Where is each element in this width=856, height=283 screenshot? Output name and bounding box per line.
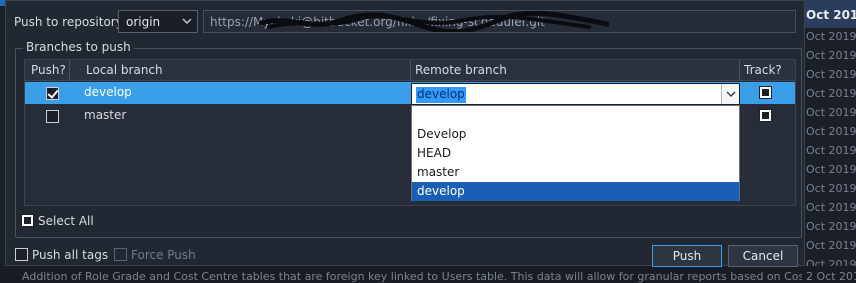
background-date: Oct 2019 13:: [806, 182, 856, 195]
branches-group-title: Branches to push: [23, 40, 134, 54]
background-date: Oct 2019 14:: [806, 125, 856, 138]
push-checkbox[interactable]: [46, 87, 59, 100]
force-push-label[interactable]: Force Push: [131, 248, 196, 262]
push-to-repository-label: Push to repository:: [14, 15, 127, 29]
background-date-header: Oct 2019: [806, 8, 856, 22]
local-branch-name: develop: [84, 85, 132, 99]
column-header-local-branch[interactable]: Local branch: [86, 63, 163, 77]
background-date: Oct 2019 9:: [806, 87, 856, 100]
remote-url-field[interactable]: https://Mychski@bitbucket.org/fixl.../fi…: [203, 10, 796, 33]
force-push-checkbox[interactable]: [114, 248, 127, 261]
push-dialog: Push to repository: origin https://Mychs…: [5, 0, 805, 267]
dropdown-option[interactable]: HEAD: [412, 144, 739, 163]
background-date: Oct 2019 9:: [806, 239, 856, 252]
background-date: Oct 2019 12:: [806, 49, 856, 62]
background-date: Oct 2019 14:: [806, 144, 856, 157]
background-date: Oct 2019 10:: [806, 201, 856, 214]
local-branch-name: master: [84, 108, 127, 122]
cancel-button[interactable]: Cancel: [728, 245, 798, 267]
column-separator: [69, 60, 70, 81]
background-date: Oct 2019 9:: [806, 220, 856, 233]
column-header-track[interactable]: Track?: [744, 63, 782, 77]
remote-branch-dropdown-list: Develop HEAD master develop: [411, 105, 740, 201]
remote-select[interactable]: origin: [118, 10, 198, 33]
background-commit-message: Addition of Role Grade and Cost Centre t…: [22, 270, 802, 283]
background-date: Oct 2019 14:: [806, 106, 856, 119]
dropdown-option-highlighted[interactable]: develop: [412, 182, 739, 201]
background-date: Oct 2019 14:: [806, 68, 856, 81]
remote-branch-dropdown-button[interactable]: [721, 84, 739, 104]
remote-branch-editor-value: develop: [416, 87, 466, 103]
column-header-push[interactable]: Push?: [31, 63, 66, 77]
push-all-tags-label[interactable]: Push all tags: [32, 248, 108, 262]
background-commit-date: 2 Oct 2019 9:: [806, 270, 856, 283]
push-button[interactable]: Push: [652, 245, 722, 267]
column-header-remote-branch[interactable]: Remote branch: [415, 63, 507, 77]
select-all-checkbox[interactable]: [21, 214, 34, 227]
remote-branch-editor[interactable]: develop: [411, 83, 740, 105]
push-checkbox[interactable]: [46, 110, 59, 123]
chevron-down-icon: [726, 91, 736, 97]
track-checkbox[interactable]: [759, 109, 772, 122]
remote-select-value: origin: [126, 15, 161, 29]
dropdown-option[interactable]: master: [412, 163, 739, 182]
track-checkbox[interactable]: [759, 86, 772, 99]
column-separator: [739, 60, 740, 81]
column-separator: [410, 60, 411, 81]
dropdown-option[interactable]: Develop: [412, 125, 739, 144]
background-date: Oct 2019 12:: [806, 30, 856, 43]
select-all-label[interactable]: Select All: [38, 214, 94, 228]
background-date: Oct 2019 13:: [806, 163, 856, 176]
chevron-down-icon: [182, 18, 192, 24]
table-header: Push? Local branch Remote branch Track?: [25, 60, 795, 81]
redaction-scribble: [259, 11, 609, 32]
push-all-tags-checkbox[interactable]: [15, 248, 28, 261]
